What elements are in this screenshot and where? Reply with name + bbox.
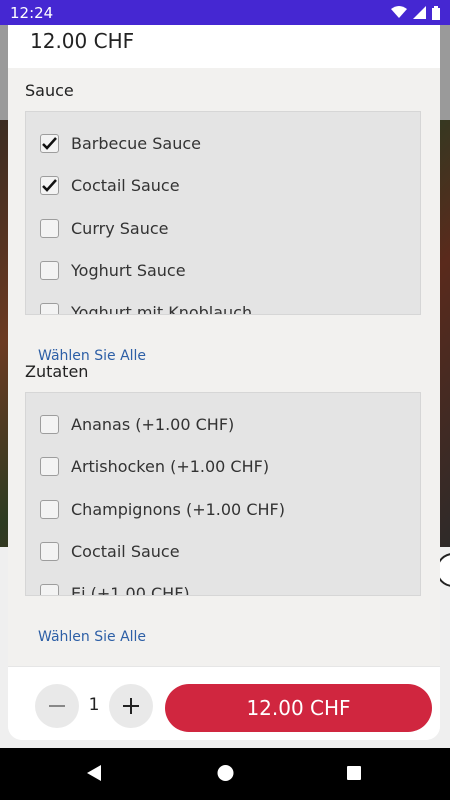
checkbox[interactable]: [40, 456, 59, 476]
signal-icon: [413, 6, 426, 19]
checkbox[interactable]: [40, 583, 59, 595]
option-coctail-sauce-zutat[interactable]: Coctail Sauce: [40, 539, 180, 563]
checkbox[interactable]: [40, 133, 59, 153]
option-label: Champignons (+1.00 CHF): [71, 499, 285, 519]
option-ei[interactable]: Ei (+1.00 CHF): [40, 581, 190, 596]
select-all-zutaten-link[interactable]: Wählen Sie Alle: [38, 629, 146, 645]
option-yoghurt-sauce[interactable]: Yoghurt Sauce: [40, 258, 186, 282]
quantity-value: 1: [88, 695, 100, 715]
option-label: Ananas (+1.00 CHF): [71, 414, 235, 434]
status-bar: 12:24: [0, 0, 450, 25]
zutaten-options-list[interactable]: Ananas (+1.00 CHF) Artishocken (+1.00 CH…: [25, 392, 421, 596]
checkbox[interactable]: [40, 218, 59, 238]
option-label: Artishocken (+1.00 CHF): [71, 456, 270, 476]
option-curry-sauce[interactable]: Curry Sauce: [40, 216, 168, 240]
checkmark-icon: [42, 136, 57, 150]
option-ananas[interactable]: Ananas (+1.00 CHF): [40, 412, 234, 436]
checkbox[interactable]: [40, 302, 59, 314]
wifi-icon: [391, 6, 407, 18]
order-footer: 1 12.00 CHF: [8, 666, 440, 740]
minus-icon: [49, 705, 65, 707]
option-label: Yoghurt Sauce: [71, 260, 186, 280]
sauce-options-list[interactable]: Barbecue Sauce Coctail Sauce Curry Sauce…: [25, 111, 421, 315]
back-icon[interactable]: [86, 764, 102, 782]
option-champignons[interactable]: Champignons (+1.00 CHF): [40, 497, 285, 521]
product-options-dialog: 12.00 CHF Sauce Barbecue Sauce Coctail S…: [8, 25, 440, 740]
system-nav-bar: [0, 748, 450, 800]
checkbox[interactable]: [40, 541, 59, 561]
checkbox[interactable]: [40, 175, 59, 195]
checkbox[interactable]: [40, 499, 59, 519]
option-yoghurt-mit-knoblauch[interactable]: Yoghurt mit Knoblauch: [40, 300, 253, 315]
option-label: Ei (+1.00 CHF): [71, 583, 190, 596]
battery-icon: [432, 5, 440, 20]
status-time: 12:24: [10, 3, 54, 22]
option-label: Barbecue Sauce: [71, 133, 201, 153]
increase-quantity-button[interactable]: [109, 684, 153, 728]
section-title-sauce: Sauce: [25, 81, 74, 100]
home-icon[interactable]: [217, 764, 234, 782]
status-icons: [391, 5, 440, 20]
option-artishocken[interactable]: Artishocken (+1.00 CHF): [40, 454, 269, 478]
option-label: Curry Sauce: [71, 218, 169, 238]
add-to-cart-button[interactable]: 12.00 CHF: [165, 684, 432, 732]
option-barbecue-sauce[interactable]: Barbecue Sauce: [40, 131, 201, 155]
option-label: Coctail Sauce: [71, 175, 180, 195]
section-title-zutaten: Zutaten: [25, 362, 89, 381]
decrease-quantity-button[interactable]: [35, 684, 79, 728]
option-coctail-sauce[interactable]: Coctail Sauce: [40, 173, 180, 197]
checkmark-icon: [42, 178, 57, 192]
checkbox[interactable]: [40, 260, 59, 280]
checkbox[interactable]: [40, 414, 59, 434]
recents-icon[interactable]: [346, 764, 362, 782]
plus-icon: [123, 698, 139, 714]
product-price: 12.00 CHF: [30, 29, 135, 53]
option-label: Coctail Sauce: [71, 541, 180, 561]
options-scroll-area[interactable]: Sauce Barbecue Sauce Coctail Sauce Curry…: [8, 68, 440, 666]
option-label: Yoghurt mit Knoblauch: [71, 302, 253, 315]
